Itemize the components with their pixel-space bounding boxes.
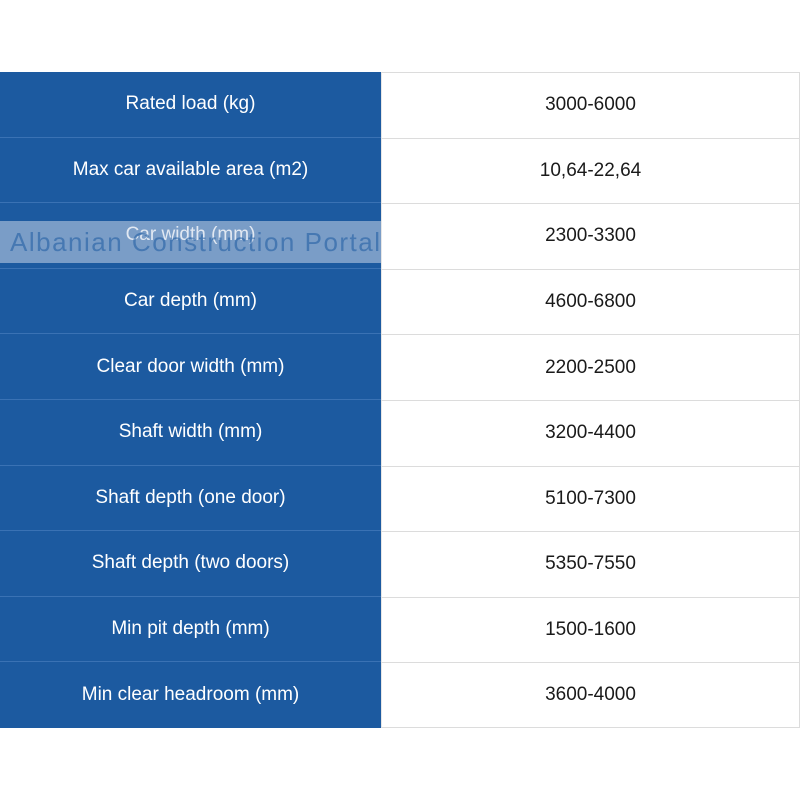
row-value: 1500-1600 [381, 596, 800, 663]
table-row: Max car available area (m2) 10,64-22,64 [0, 137, 800, 204]
row-label: Min pit depth (mm) [0, 596, 381, 663]
row-label: Car width (mm) [0, 203, 381, 269]
row-value: 2200-2500 [381, 334, 800, 400]
row-label: Max car available area (m2) [0, 137, 381, 204]
row-label: Shaft width (mm) [0, 399, 381, 466]
table-row: Shaft width (mm) 3200-4400 [0, 399, 800, 466]
row-value: 3600-4000 [381, 662, 800, 728]
row-value: 3000-6000 [381, 72, 800, 138]
spec-table: Rated load (kg) 3000-6000 Max car availa… [0, 72, 800, 728]
table-row: Car width (mm) 2300-3300 [0, 203, 800, 269]
row-value: 5100-7300 [381, 465, 800, 532]
table-row: Rated load (kg) 3000-6000 [0, 72, 800, 138]
table-row: Car depth (mm) 4600-6800 [0, 268, 800, 335]
table-row: Shaft depth (one door) 5100-7300 [0, 465, 800, 532]
row-value: 10,64-22,64 [381, 137, 800, 204]
row-label: Shaft depth (one door) [0, 465, 381, 532]
row-label: Car depth (mm) [0, 268, 381, 335]
row-label: Shaft depth (two doors) [0, 531, 381, 597]
table-row: Min pit depth (mm) 1500-1600 [0, 596, 800, 663]
row-label: Min clear headroom (mm) [0, 662, 381, 728]
row-value: 5350-7550 [381, 531, 800, 597]
table-row: Shaft depth (two doors) 5350-7550 [0, 531, 800, 597]
row-label: Rated load (kg) [0, 72, 381, 138]
row-label: Clear door width (mm) [0, 334, 381, 400]
row-value: 2300-3300 [381, 203, 800, 269]
row-value: 4600-6800 [381, 268, 800, 335]
table-row: Clear door width (mm) 2200-2500 [0, 334, 800, 400]
page: Rated load (kg) 3000-6000 Max car availa… [0, 0, 800, 800]
row-value: 3200-4400 [381, 399, 800, 466]
table-row: Min clear headroom (mm) 3600-4000 [0, 662, 800, 728]
